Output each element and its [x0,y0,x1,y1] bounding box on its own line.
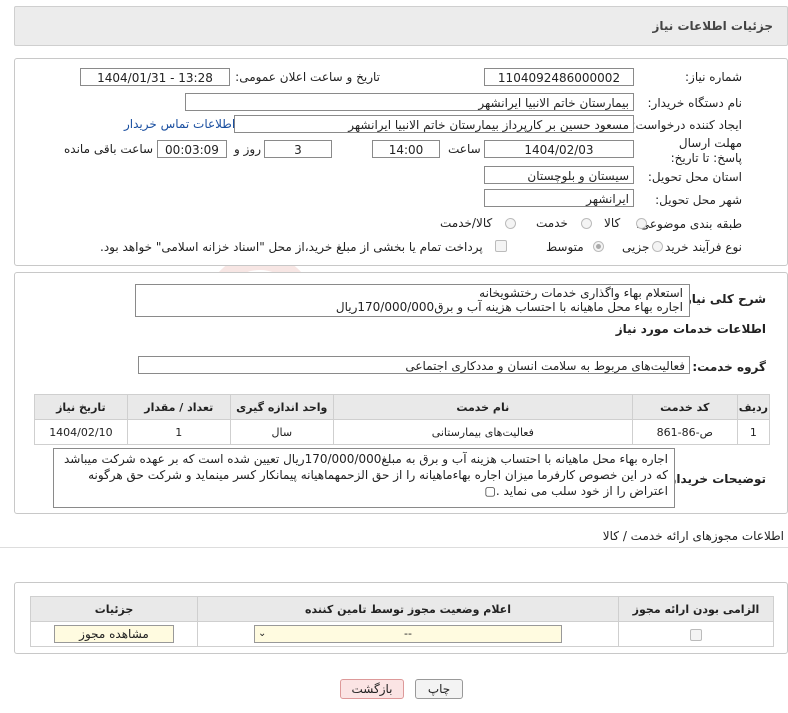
permits-divider [0,547,788,548]
category-goods-label: کالا [604,216,621,230]
print-button[interactable]: چاپ [415,679,463,699]
category-goods-radio[interactable] [636,218,647,229]
page-header: جزئیات اطلاعات نیاز [14,6,788,46]
category-service-radio[interactable] [581,218,592,229]
buyer-contact-link[interactable]: اطلاعات تماس خریدار [124,117,235,131]
remaining-label: ساعت باقی مانده [64,142,154,156]
back-button[interactable]: بازگشت [340,679,404,699]
cell-date: 1404/02/10 [34,419,128,445]
summary-label: شرح کلی نیاز: [680,292,766,306]
province-field: سیستان و بلوچستان [484,166,634,184]
col-date: تاریخ نیاز [34,394,128,420]
purchase-medium-label: متوسط [546,240,584,254]
purchase-type-label: نوع فرآیند خرید : [657,240,742,254]
days-label: روز و [234,142,261,156]
col-code: کد خدمت [631,394,738,420]
service-group-label: گروه خدمت: [692,360,766,374]
buyer-notes-label: توضیحات خریدار: [664,472,766,486]
cell-qty: 1 [126,419,231,445]
cell-unit: سال [229,419,334,445]
permit-required-checkbox[interactable] [690,628,702,641]
purchase-medium-radio[interactable] [593,241,604,252]
services-table: ردیف کد خدمت نام خدمت واحد اندازه گیری ت… [34,394,771,445]
buyer-org-field: بیمارستان خاتم الانبیا ایرانشهر [185,93,634,111]
summary-textarea: استعلام بهاء واگذاری خدمات رختشویخانه اج… [135,284,690,317]
buyer-org-label: نام دستگاه خریدار: [647,96,743,110]
province-label: استان محل تحویل: [647,170,742,184]
need-number-field: 1104092486000002 [484,68,634,86]
cell-name: فعالیت‌های بیمارستانی [332,419,633,445]
category-service-label: خدمت [536,216,568,230]
remaining-time-field: 00:03:09 [157,140,227,158]
cell-row: 1 [736,419,771,445]
col-permit-status: اعلام وضعیت مجوز توسط تامین کننده [197,596,619,622]
permit-status-cell: -- ⌄ [197,621,619,647]
creator-label: ایجاد کننده درخواست: [631,118,742,132]
chevron-down-icon: ⌄ [258,628,267,639]
announce-date-field: 1404/01/31 - 13:28 [80,68,230,86]
treasury-checkbox[interactable] [495,240,507,252]
cell-code: ص-86-861 [631,419,738,445]
permit-details-cell: مشاهده مجوز [30,621,198,647]
purchase-minor-radio[interactable] [652,241,663,252]
services-header-row: ردیف کد خدمت نام خدمت واحد اندازه گیری ت… [34,394,771,420]
summary-line-1: استعلام بهاء واگذاری خدمات رختشویخانه [479,286,683,300]
services-title: اطلاعات خدمات مورد نیاز [615,322,766,336]
days-remaining-field: 3 [264,140,332,158]
summary-line-2: اجاره بهاء محل ماهیانه با احتساب هزینه آ… [335,300,683,314]
city-label: شهر محل تحویل: [655,193,742,207]
city-field: ایرانشهر [484,189,634,207]
permit-status-value: -- [404,627,412,640]
creator-field: مسعود حسین بر کارپرداز بیمارستان خاتم ال… [234,115,634,133]
category-label: طبقه بندی موضوعی: [635,217,742,231]
permit-required-cell [618,621,774,647]
col-qty: تعداد / مقدار [126,394,231,420]
permit-status-select[interactable]: -- ⌄ [254,625,562,643]
deadline-time-label: ساعت [448,142,481,156]
treasury-note: پرداخت تمام یا بخشی از مبلغ خرید،از محل … [100,240,483,254]
purchase-minor-label: جزیی [622,240,650,254]
category-goods-service-label: کالا/خدمت [440,216,493,230]
table-row: 1 ص-86-861 فعالیت‌های بیمارستانی سال 1 1… [34,419,771,445]
col-permit-required: الزامی بودن ارائه مجوز [618,596,774,622]
col-unit: واحد اندازه گیری [229,394,334,420]
need-number-label: شماره نیاز: [685,70,742,84]
col-permit-details: جزئیات [30,596,198,622]
table-row: -- ⌄ مشاهده مجوز [30,621,774,647]
col-name: نام خدمت [332,394,633,420]
permits-header-row: الزامی بودن ارائه مجوز اعلام وضعیت مجوز … [30,596,774,622]
permits-table: الزامی بودن ارائه مجوز اعلام وضعیت مجوز … [30,596,774,647]
permits-title: اطلاعات مجوزهای ارائه خدمت / کالا [602,529,784,543]
buyer-notes-textarea: اجاره بهاء محل ماهیانه با احتساب هزینه آ… [53,448,675,508]
deadline-date-field: 1404/02/03 [484,140,634,158]
page-title: جزئیات اطلاعات نیاز [652,19,773,33]
service-group-field: فعالیت‌های مربوط به سلامت انسان و مددکار… [138,356,690,374]
col-row: ردیف [736,394,771,420]
announce-label: تاریخ و ساعت اعلان عمومی: [235,70,380,84]
deadline-label: مهلت ارسال پاسخ: تا تاریخ: [670,136,742,165]
view-permit-button[interactable]: مشاهده مجوز [54,625,174,643]
category-goods-service-radio[interactable] [505,218,516,229]
deadline-time-field: 14:00 [372,140,440,158]
